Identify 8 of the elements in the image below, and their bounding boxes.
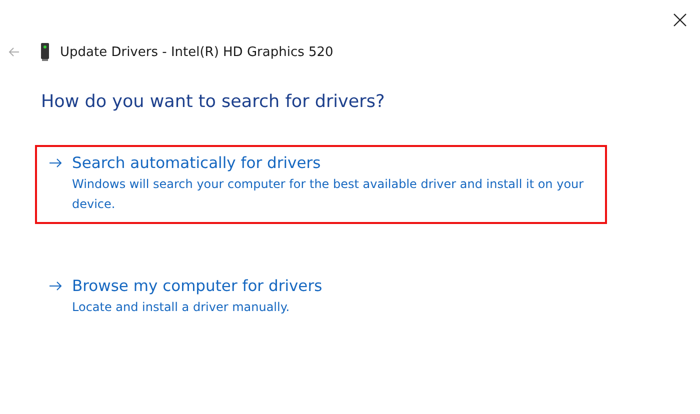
window-title: Update Drivers - Intel(R) HD Graphics 520: [60, 44, 334, 60]
device-icon: [40, 43, 50, 61]
page-heading: How do you want to search for drivers?: [41, 92, 386, 112]
arrow-icon: [49, 281, 62, 291]
close-icon: [673, 13, 687, 27]
arrow-icon: [49, 158, 62, 168]
search-option[interactable]: Search automatically for drivers Windows will search your computer for the best available driver and install it on your device.: [35, 145, 607, 224]
search-option[interactable]: Browse my computer for drivers Locate and install a driver manually.: [35, 268, 607, 327]
